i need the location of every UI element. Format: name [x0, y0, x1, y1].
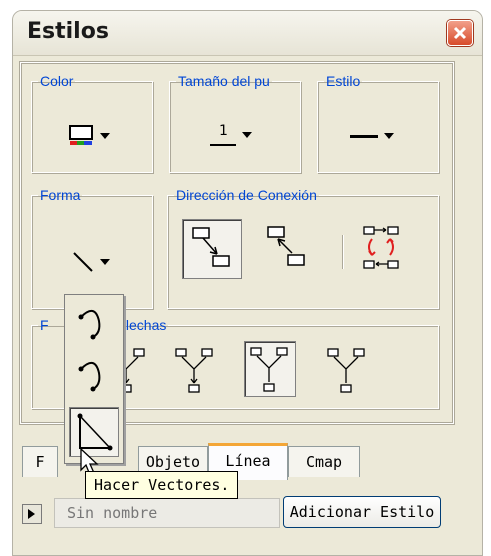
curve-arrow-icon	[78, 362, 101, 392]
point-size-group: Tamaño del pu 1	[169, 73, 301, 173]
point-size-group-label: Tamaño del pu	[178, 73, 270, 89]
popup-item-curve-arrow[interactable]	[69, 351, 117, 399]
tooltip: Hacer Vectores.	[85, 471, 239, 499]
play-icon	[28, 509, 35, 519]
close-icon	[453, 26, 467, 40]
arrowhead-plain-icon	[327, 348, 365, 393]
line-style-group: Estilo	[317, 73, 439, 173]
direction-bidirectional-button[interactable]	[352, 219, 410, 277]
tab-font[interactable]: F	[22, 446, 58, 477]
line-style-dropdown[interactable]	[350, 133, 394, 139]
chevron-down-icon	[242, 132, 252, 138]
arrowheads-label-prefix: F	[40, 317, 49, 333]
shape-dropdown[interactable]	[72, 251, 110, 273]
separator	[342, 235, 344, 269]
connection-direction-group: Dirección de Conexión	[167, 187, 439, 309]
color-group-label: Color	[40, 73, 74, 89]
style-name-field[interactable]: Sin nombre	[54, 498, 280, 528]
chevron-down-icon	[100, 259, 110, 265]
point-size-value: 1	[219, 123, 228, 139]
add-style-button[interactable]: Adicionar Estilo	[283, 496, 441, 528]
connect-bidirectional-icon	[363, 226, 399, 269]
point-size-dropdown[interactable]: 1	[210, 123, 252, 147]
popup-item-curve[interactable]	[69, 299, 117, 347]
arrowhead-none-icon	[250, 347, 288, 392]
chevron-down-icon	[384, 133, 394, 139]
close-button[interactable]	[447, 20, 473, 46]
window-title: Estilos	[27, 19, 109, 44]
shape-group: Forma	[31, 187, 153, 309]
arrowhead-option-4[interactable]	[324, 345, 374, 399]
tab-cmap[interactable]: Cmap	[288, 446, 360, 477]
connect-forward-icon	[192, 227, 230, 267]
color-dropdown[interactable]	[68, 125, 110, 147]
direction-backward-button[interactable]	[260, 219, 318, 277]
arrowhead-option-3[interactable]	[244, 341, 296, 397]
arrowhead-down-icon	[175, 348, 213, 393]
curve-icon	[78, 310, 101, 340]
connection-direction-group-label: Dirección de Conexión	[176, 187, 317, 203]
expand-button[interactable]	[22, 504, 42, 524]
solid-line-icon	[350, 134, 378, 138]
arrowhead-option-2[interactable]	[172, 345, 222, 399]
straight-line-icon	[73, 252, 93, 272]
color-monitor-icon	[69, 125, 93, 145]
title-bar[interactable]: Estilos	[13, 11, 482, 56]
direction-forward-button[interactable]	[182, 219, 242, 279]
chevron-down-icon	[100, 133, 110, 139]
connect-backward-icon	[267, 226, 305, 266]
shape-group-label: Forma	[40, 187, 81, 203]
line-style-group-label: Estilo	[326, 73, 361, 89]
point-size-indicator: 1	[210, 123, 236, 147]
shape-popup-menu	[64, 294, 124, 464]
color-group: Color	[31, 73, 153, 173]
